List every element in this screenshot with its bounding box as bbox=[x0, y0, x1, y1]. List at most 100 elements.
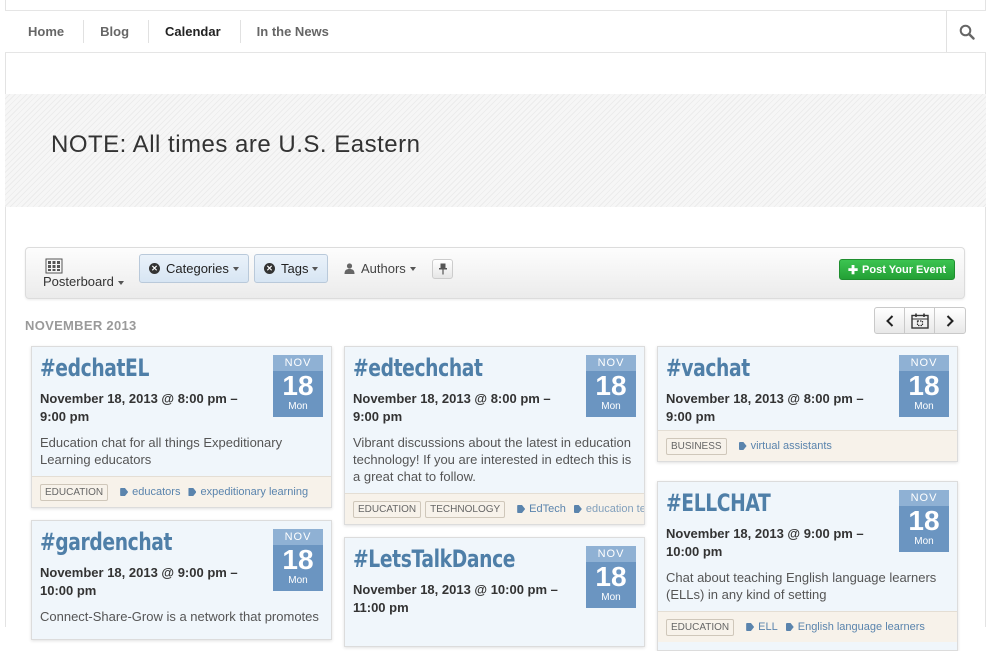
posterboard-label: Posterboard bbox=[43, 274, 114, 289]
event-time: November 18, 2013 @ 9:00 pm – 10:00 pm bbox=[40, 565, 238, 598]
date-picker-button[interactable] bbox=[905, 308, 935, 333]
event-card[interactable]: #edchatEL NOV 18 Mon November 18, 2013 @… bbox=[31, 346, 332, 508]
event-card[interactable]: #ELLCHAT NOV 18 Mon November 18, 2013 @ … bbox=[657, 481, 958, 651]
tag-label: English language learners bbox=[797, 621, 925, 633]
event-title[interactable]: #vachat bbox=[666, 353, 887, 383]
event-tags: EDUCATION educators expeditionary learni… bbox=[32, 476, 331, 507]
event-time: November 18, 2013 @ 9:00 pm – 10:00 pm bbox=[666, 526, 864, 559]
calendar-icon bbox=[910, 313, 929, 329]
tag-icon bbox=[746, 623, 755, 631]
event-description: Vibrant discussions about the latest in … bbox=[353, 435, 632, 484]
previous-month-button[interactable] bbox=[875, 308, 905, 333]
event-card[interactable]: #vachat NOV 18 Mon November 18, 2013 @ 8… bbox=[657, 346, 958, 462]
chevron-down-icon bbox=[117, 280, 124, 285]
badge-month: NOV bbox=[899, 355, 949, 371]
post-event-label: Post Your Event bbox=[862, 263, 946, 276]
badge-day: 18 bbox=[595, 561, 627, 592]
month-heading: NOVEMBER 2013 bbox=[25, 318, 137, 333]
badge-weekday: Mon bbox=[914, 401, 934, 412]
badge-month: NOV bbox=[273, 355, 323, 371]
chevron-down-icon bbox=[232, 266, 239, 271]
pin-toolbar-button[interactable] bbox=[432, 259, 453, 279]
badge-weekday: Mon bbox=[288, 401, 308, 412]
badge-day: 18 bbox=[282, 370, 314, 401]
tag-icon bbox=[738, 442, 747, 450]
badge-month: NOV bbox=[273, 529, 323, 545]
event-title[interactable]: #edchatEL bbox=[40, 353, 261, 383]
tag-link[interactable]: EdTech bbox=[517, 503, 566, 515]
authors-filter-dropdown[interactable]: Authors bbox=[344, 261, 416, 276]
tag-link[interactable]: education te bbox=[573, 503, 644, 515]
clear-icon: ✕ bbox=[149, 263, 160, 274]
tag-label: ELL bbox=[758, 621, 778, 633]
event-description: Chat about teaching English language lea… bbox=[666, 570, 937, 602]
badge-day: 18 bbox=[908, 505, 940, 536]
event-tags: EDUCATION TECHNOLOGY EdTech education te bbox=[345, 493, 644, 524]
tag-label: virtual assistants bbox=[750, 440, 832, 452]
chevron-left-icon bbox=[885, 314, 893, 327]
event-card[interactable]: #gardenchat NOV 18 Mon November 18, 2013… bbox=[31, 520, 332, 640]
event-title[interactable]: #LetsTalkDance bbox=[353, 544, 574, 574]
tag-link[interactable]: expeditionary learning bbox=[188, 486, 308, 498]
pin-icon bbox=[438, 263, 447, 275]
event-title[interactable]: #gardenchat bbox=[40, 527, 261, 557]
nav-calendar[interactable]: Calendar bbox=[149, 20, 241, 43]
tag-icon bbox=[517, 505, 526, 513]
event-card[interactable]: #LetsTalkDance NOV 18 Mon November 18, 2… bbox=[344, 537, 645, 647]
category-badge[interactable]: BUSINESS bbox=[666, 437, 727, 455]
tags-label: Tags bbox=[281, 261, 309, 276]
nav-blog[interactable]: Blog bbox=[84, 20, 150, 43]
event-card[interactable]: #edtechchat NOV 18 Mon November 18, 2013… bbox=[344, 346, 645, 525]
chevron-right-icon bbox=[946, 314, 954, 327]
badge-weekday: Mon bbox=[601, 592, 621, 603]
event-time: November 18, 2013 @ 10:00 pm – 11:00 pm bbox=[353, 582, 558, 615]
category-badge[interactable]: EDUCATION bbox=[666, 618, 735, 636]
tag-label: EdTech bbox=[529, 503, 566, 515]
badge-day: 18 bbox=[595, 370, 627, 401]
top-navigation: Home Blog Calendar In the News bbox=[5, 10, 986, 53]
tag-label: education te bbox=[585, 503, 644, 515]
badge-weekday: Mon bbox=[601, 401, 621, 412]
tag-icon bbox=[785, 623, 794, 631]
badge-day: 18 bbox=[282, 544, 314, 575]
categories-label: Categories bbox=[166, 261, 229, 276]
search-button[interactable] bbox=[946, 11, 986, 52]
event-title[interactable]: #ELLCHAT bbox=[666, 488, 887, 518]
event-tags: BUSINESS virtual assistants bbox=[658, 430, 957, 461]
chevron-down-icon bbox=[312, 266, 319, 271]
event-description: Education chat for all things Expedition… bbox=[40, 435, 283, 467]
chevron-down-icon bbox=[409, 266, 416, 271]
post-your-event-button[interactable]: ✚ Post Your Event bbox=[838, 259, 955, 280]
tag-link[interactable]: virtual assistants bbox=[738, 440, 832, 452]
main-nav: Home Blog Calendar In the News bbox=[12, 11, 348, 52]
event-title[interactable]: #edtechchat bbox=[353, 353, 574, 383]
badge-month: NOV bbox=[586, 546, 636, 562]
tag-link[interactable]: ELL bbox=[746, 621, 778, 633]
categories-filter-button[interactable]: ✕ Categories bbox=[139, 254, 249, 283]
grid-icon bbox=[45, 258, 63, 274]
authors-label: Authors bbox=[361, 261, 406, 276]
badge-month: NOV bbox=[899, 490, 949, 506]
tags-filter-button[interactable]: ✕ Tags bbox=[254, 254, 329, 283]
calendar-toolbar: Posterboard ✕ Categories ✕ Tags Authors … bbox=[25, 247, 965, 299]
view-posterboard-dropdown[interactable]: Posterboard bbox=[43, 258, 124, 289]
tag-label: expeditionary learning bbox=[200, 486, 309, 498]
date-badge: NOV 18 Mon bbox=[586, 546, 636, 608]
tag-link[interactable]: English language learners bbox=[785, 621, 925, 633]
nav-in-the-news[interactable]: In the News bbox=[241, 20, 348, 43]
badge-weekday: Mon bbox=[914, 536, 934, 547]
tag-icon bbox=[573, 505, 582, 513]
event-time: November 18, 2013 @ 8:00 pm – 9:00 pm bbox=[353, 391, 551, 424]
month-pager bbox=[874, 307, 966, 334]
timezone-note: NOTE: All times are U.S. Eastern bbox=[51, 131, 421, 158]
tag-link[interactable]: educators bbox=[120, 486, 180, 498]
category-badge[interactable]: EDUCATION bbox=[353, 500, 422, 518]
date-badge: NOV 18 Mon bbox=[899, 355, 949, 417]
category-badge[interactable]: EDUCATION bbox=[40, 483, 109, 501]
category-badge[interactable]: TECHNOLOGY bbox=[425, 500, 506, 518]
banner: NOTE: All times are U.S. Eastern bbox=[5, 94, 986, 207]
nav-home[interactable]: Home bbox=[12, 20, 85, 43]
next-month-button[interactable] bbox=[935, 308, 965, 333]
badge-month: NOV bbox=[586, 355, 636, 371]
date-badge: NOV 18 Mon bbox=[273, 529, 323, 591]
